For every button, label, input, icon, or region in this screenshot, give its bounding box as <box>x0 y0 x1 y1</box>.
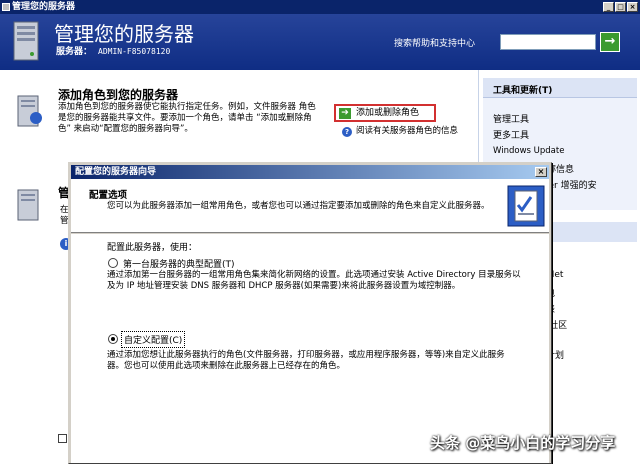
read-roles-label: 阅读有关服务器角色的信息 <box>356 126 459 136</box>
typical-config-label[interactable]: 第一台服务器的典型配置(T) <box>123 257 235 270</box>
dialog-close-button[interactable]: × <box>535 167 547 177</box>
dialog-heading: 配置选项 <box>89 190 128 201</box>
search-input[interactable] <box>500 34 596 50</box>
dialog-header: 配置选项 您可以为此服务器添加一组常用角色，或者您也可以通过指定要添加或删除的角… <box>71 179 549 233</box>
dialog-title-bar: 配置您的服务器向导 × <box>71 165 549 179</box>
watermark: 头条 @菜鸟小白的学习分享 <box>430 434 616 452</box>
page-title: 管理您的服务器 <box>54 22 194 46</box>
manage-role-icon <box>17 189 39 221</box>
custom-config-radio[interactable] <box>108 334 118 344</box>
config-label: 配置此服务器，使用： <box>107 243 198 253</box>
custom-config-description: 通过添加您想让此服务器执行的角色(文件服务器，打印服务器，或应用程序服务器，等等… <box>107 350 505 371</box>
configure-server-wizard-dialog: 配置您的服务器向导 × 配置选项 您可以为此服务器添加一组常用角色，或者您也可以… <box>68 162 552 464</box>
tools-link-more[interactable]: 更多工具 <box>493 128 529 141</box>
add-role-heading: 添加角色到您的服务器 <box>58 88 179 102</box>
dialog-title: 配置您的服务器向导 <box>75 167 157 177</box>
app-icon <box>2 3 10 11</box>
tools-link-admin[interactable]: 管理工具 <box>493 112 529 125</box>
add-remove-role-label: 添加或删除角色 <box>356 108 420 118</box>
help-icon: ? <box>342 127 352 137</box>
typical-config-radio[interactable] <box>108 258 118 268</box>
custom-config-label[interactable]: 自定义配置(C) <box>121 331 186 348</box>
search-label: 搜索帮助和支持中心 <box>394 39 476 49</box>
server-role-icon <box>17 95 42 127</box>
server-name: ADMIN-F85078120 <box>98 47 171 56</box>
tools-updates-header[interactable]: 工具和更新(T) <box>483 78 637 98</box>
dont-show-checkbox[interactable] <box>58 434 67 443</box>
server-name-line: 服务器： ADMIN-F85078120 <box>56 44 170 57</box>
tools-link-windows-update[interactable]: Windows Update <box>493 146 564 156</box>
server-label: 服务器： <box>56 47 93 57</box>
window-title-bar: 管理您的服务器 _ □ × <box>0 0 640 14</box>
maximize-button[interactable]: □ <box>615 2 626 12</box>
window-title: 管理您的服务器 <box>12 2 76 12</box>
header-banner: 管理您的服务器 服务器： ADMIN-F85078120 搜索帮助和支持中心 → <box>0 14 640 70</box>
dialog-heading-description: 您可以为此服务器添加一组常用角色，或者您也可以通过指定要添加或删除的角色来自定义… <box>107 201 490 211</box>
window-controls: _ □ × <box>603 2 638 12</box>
dialog-body: 配置此服务器，使用： 第一台服务器的典型配置(T) 通过添加第一台服务器的一组常… <box>71 234 549 463</box>
close-button[interactable]: × <box>627 2 638 12</box>
search-go-button[interactable]: → <box>600 32 620 52</box>
server-icon <box>13 21 39 61</box>
read-roles-link[interactable]: ? 阅读有关服务器角色的信息 <box>342 126 458 137</box>
typical-config-description: 通过添加第一台服务器的一组常用角色集来简化新网络的设置。此选项通过安装 Acti… <box>107 270 521 291</box>
add-remove-role-link[interactable]: ➔ 添加或删除角色 <box>334 104 436 122</box>
wizard-checklist-icon <box>507 185 545 227</box>
arrow-right-icon: ➔ <box>339 108 351 119</box>
add-role-description: 添加角色到您的服务器使它能执行指定任务。例如，文件服务器 角色是您的服务器能共享… <box>58 102 316 134</box>
minimize-button[interactable]: _ <box>603 2 614 12</box>
